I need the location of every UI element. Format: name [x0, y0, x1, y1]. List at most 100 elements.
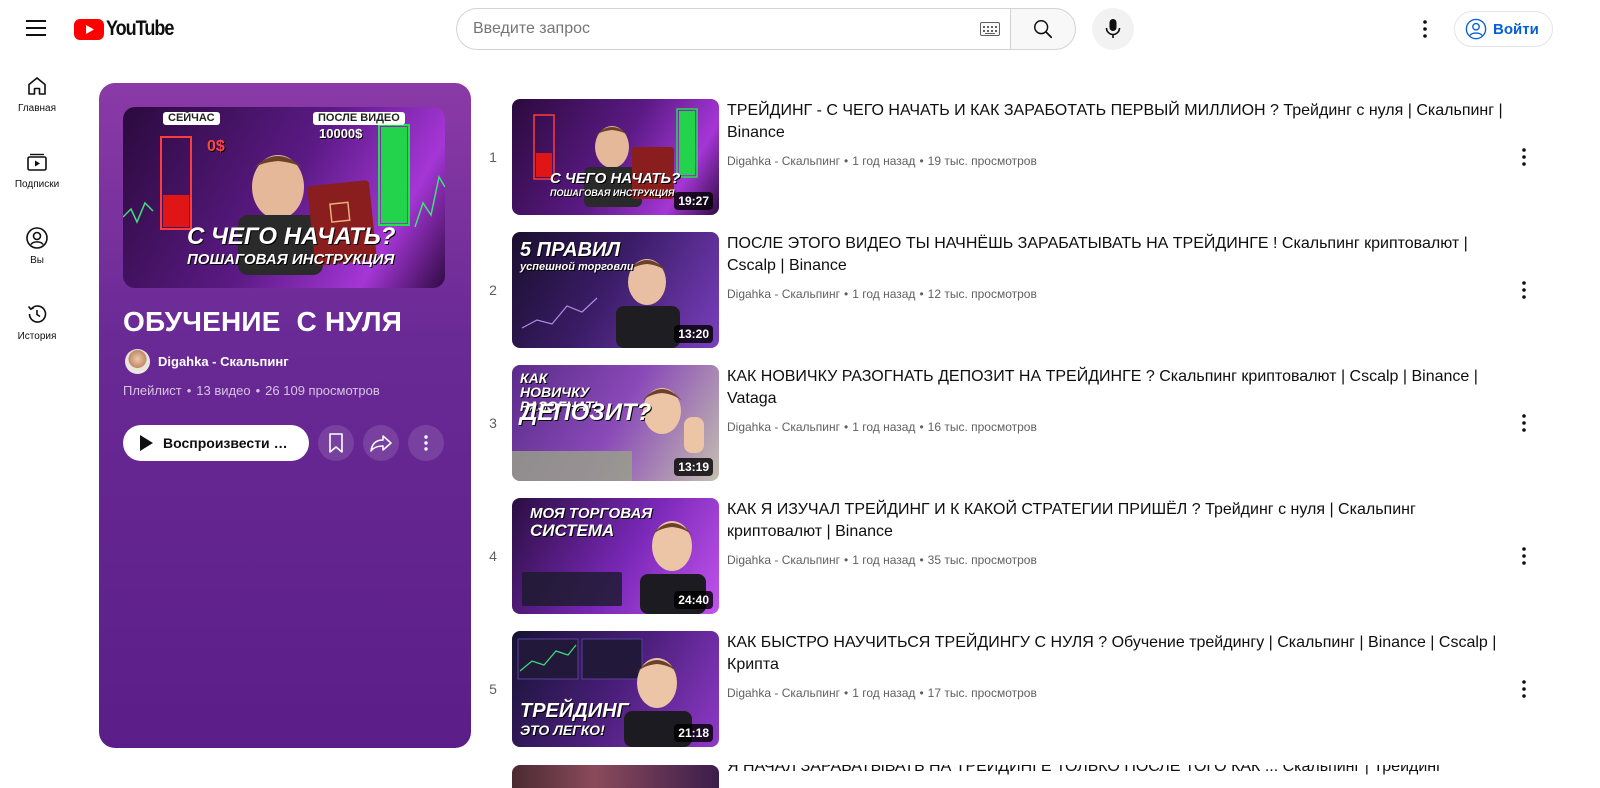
video-meta: Digahka - Скальпинг • 1 год назад • 19 т…	[727, 154, 1037, 168]
video-channel[interactable]: Digahka - Скальпинг	[727, 154, 840, 168]
owner-name[interactable]: Digahka - Скальпинг	[158, 354, 289, 369]
playlist-meta: Плейлист • 13 видео • 26 109 просмотров	[123, 383, 380, 398]
video-duration: 21:18	[674, 724, 713, 742]
save-playlist-button[interactable]	[318, 425, 354, 461]
thumb-caption: С ЧЕГО НАЧАТЬ?	[550, 170, 681, 187]
thumb-amount-left: 0$	[207, 138, 225, 155]
play-all-button[interactable]: Воспроизвести все	[123, 425, 309, 461]
voice-search-button[interactable]	[1092, 8, 1134, 50]
video-age: 1 год назад	[852, 287, 916, 301]
more-vertical-icon	[1522, 281, 1526, 299]
you-icon	[26, 227, 48, 249]
thumb-caption-main: С ЧЕГО НАЧАТЬ?	[187, 223, 396, 250]
video-more-button[interactable]	[1510, 409, 1538, 437]
play-all-label: Воспроизвести все	[163, 435, 291, 451]
playlist-more-button[interactable]	[408, 425, 444, 461]
video-age: 1 год назад	[852, 420, 916, 434]
playlist-video-count: 13 видео	[196, 383, 251, 398]
thumb-caption-now: СЕЙЧАС	[163, 112, 220, 125]
guide-label: История	[17, 331, 57, 342]
video-views: 35 тыс. просмотров	[927, 553, 1037, 567]
search-input[interactable]	[473, 20, 953, 38]
thumb-caption-sub: ПОШАГОВАЯ ИНСТРУКЦИЯ	[187, 251, 395, 268]
video-duration: 13:20	[674, 325, 713, 343]
playlist-video-row[interactable]: 1 С ЧЕГО НАЧАТЬ? ПОШАГОВАЯ ИНСТРУКЦИЯ 19…	[480, 91, 1560, 224]
meta-separator: •	[844, 287, 849, 301]
video-more-button[interactable]	[1510, 542, 1538, 570]
menu-icon[interactable]	[16, 8, 56, 48]
signin-button[interactable]: Войти	[1454, 11, 1553, 47]
video-channel[interactable]: Digahka - Скальпинг	[727, 287, 840, 301]
video-more-button[interactable]	[1510, 143, 1538, 171]
next-video-title[interactable]: Я НАЧАЛ ЗАРАБАТЫВАТЬ НА ТРЕЙДИНГЕ ТОЛЬКО…	[727, 765, 1487, 778]
playlist-video-list: 1 С ЧЕГО НАЧАТЬ? ПОШАГОВАЯ ИНСТРУКЦИЯ 19…	[480, 91, 1560, 756]
playlist-owner[interactable]: Digahka - Скальпинг	[125, 349, 289, 374]
video-channel[interactable]: Digahka - Скальпинг	[727, 420, 840, 434]
meta-separator: •	[919, 154, 924, 168]
settings-more-button[interactable]	[1405, 9, 1445, 49]
search-button[interactable]	[1010, 8, 1076, 50]
meta-separator: •	[255, 383, 261, 398]
video-meta: Digahka - Скальпинг • 1 год назад • 35 т…	[727, 553, 1037, 567]
thumb-subcaption: ЭТО ЛЕГКО!	[520, 722, 605, 738]
more-vertical-icon	[1423, 20, 1427, 38]
video-thumbnail[interactable]: КАК НОВИЧКУ РАЗОГНАТЬ ДЕПОЗИТ? 13:19	[512, 365, 719, 481]
playlist-video-row[interactable]: 4 МОЯ ТОРГОВАЯ СИСТЕМА 24:40 КАК Я ИЗУЧА…	[480, 490, 1560, 623]
video-thumbnail[interactable]: ТРЕЙДИНГ ЭТО ЛЕГКО! 21:18	[512, 631, 719, 747]
video-channel[interactable]: Digahka - Скальпинг	[727, 686, 840, 700]
video-meta: Digahka - Скальпинг • 1 год назад • 17 т…	[727, 686, 1037, 700]
guide-item-you[interactable]: Вы	[4, 208, 70, 284]
video-thumbnail[interactable]: МОЯ ТОРГОВАЯ СИСТЕМА 24:40	[512, 498, 719, 614]
masthead: YouTube Войти	[0, 0, 1600, 56]
video-more-button[interactable]	[1510, 675, 1538, 703]
guide-item-history[interactable]: История	[4, 284, 70, 360]
share-button[interactable]	[363, 425, 399, 461]
video-thumbnail[interactable]: С ЧЕГО НАЧАТЬ? ПОШАГОВАЯ ИНСТРУКЦИЯ 19:2…	[512, 99, 719, 215]
next-video-thumbnail[interactable]	[512, 765, 719, 788]
history-icon	[27, 305, 47, 323]
playlist-video-row[interactable]: 3 КАК НОВИЧКУ РАЗОГНАТЬ ДЕПОЗИТ? 13:19 К…	[480, 357, 1560, 490]
thumb-subcaption: СИСТЕМА	[530, 521, 615, 540]
video-age: 1 год назад	[852, 553, 916, 567]
playlist-actions: Воспроизвести все	[123, 425, 444, 461]
meta-separator: •	[844, 154, 849, 168]
video-title[interactable]: КАК БЫСТРО НАУЧИТЬСЯ ТРЕЙДИНГУ С НУЛЯ ? …	[727, 632, 1507, 676]
meta-separator: •	[844, 420, 849, 434]
meta-separator: •	[844, 553, 849, 567]
video-title[interactable]: КАК НОВИЧКУ РАЗОГНАТЬ ДЕПОЗИТ НА ТРЕЙДИН…	[727, 366, 1507, 410]
video-index: 4	[489, 548, 497, 564]
video-more-button[interactable]	[1510, 276, 1538, 304]
video-thumbnail[interactable]: 5 ПРАВИЛ успешной торговли 13:20	[512, 232, 719, 348]
playlist-video-row[interactable]: 5 ТРЕЙДИНГ ЭТО ЛЕГКО! 21:18 КАК БЫСТРО Н…	[480, 623, 1560, 756]
more-vertical-icon	[1522, 148, 1526, 166]
home-icon	[28, 77, 46, 95]
more-vertical-icon	[1522, 547, 1526, 565]
keyboard-icon[interactable]	[980, 22, 1000, 36]
subscriptions-icon	[27, 153, 47, 171]
playlist-header: СЕЙЧАС ПОСЛЕ ВИДЕО 0$ 10000$ С ЧЕГО НАЧА…	[99, 83, 471, 748]
meta-separator: •	[919, 553, 924, 567]
thumb-caption-after: ПОСЛЕ ВИДЕО	[313, 112, 405, 125]
youtube-logo[interactable]: YouTube	[74, 17, 184, 41]
video-meta: Digahka - Скальпинг • 1 год назад • 12 т…	[727, 287, 1037, 301]
meta-separator: •	[186, 383, 192, 398]
video-channel[interactable]: Digahka - Скальпинг	[727, 553, 840, 567]
account-icon	[1465, 18, 1487, 40]
video-title[interactable]: ТРЕЙДИНГ - С ЧЕГО НАЧАТЬ И КАК ЗАРАБОТАТ…	[727, 100, 1507, 144]
owner-avatar[interactable]	[125, 349, 150, 374]
video-views: 12 тыс. просмотров	[927, 287, 1037, 301]
playlist-video-row[interactable]: 2 5 ПРАВИЛ успешной торговли 13:20 ПОСЛЕ…	[480, 224, 1560, 357]
thumb-caption: МОЯ ТОРГОВАЯ	[530, 505, 653, 522]
video-age: 1 год назад	[852, 154, 916, 168]
thumb-subcaption: ДЕПОЗИТ?	[520, 399, 652, 426]
meta-separator: •	[919, 287, 924, 301]
video-title[interactable]: ПОСЛЕ ЭТОГО ВИДЕО ТЫ НАЧНЁШЬ ЗАРАБАТЫВАТ…	[727, 233, 1507, 277]
guide-item-subscriptions[interactable]: Подписки	[4, 132, 70, 208]
guide-item-home[interactable]: Главная	[4, 56, 70, 132]
play-icon	[140, 435, 153, 451]
video-index: 1	[489, 149, 497, 165]
video-views: 17 тыс. просмотров	[927, 686, 1037, 700]
video-duration: 19:27	[674, 192, 713, 210]
playlist-thumbnail[interactable]: СЕЙЧАС ПОСЛЕ ВИДЕО 0$ 10000$ С ЧЕГО НАЧА…	[123, 107, 445, 288]
video-title[interactable]: КАК Я ИЗУЧАЛ ТРЕЙДИНГ И К КАКОЙ СТРАТЕГИ…	[727, 499, 1507, 543]
